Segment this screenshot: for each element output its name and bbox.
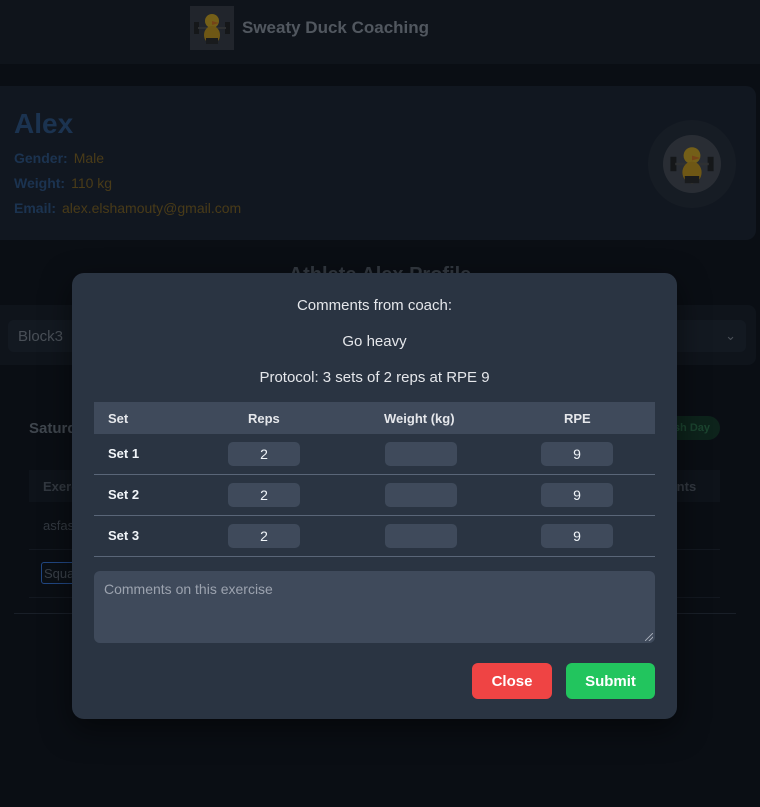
comments-placeholder: Comments on this exercise (104, 581, 273, 597)
rpe-input[interactable]: 9 (541, 524, 613, 548)
sets-table: Set Reps Weight (kg) RPE Set 1 2 9 Set 2… (94, 402, 655, 557)
rpe-column-header: RPE (564, 411, 591, 426)
set-row-1: Set 1 2 9 (94, 434, 655, 475)
set-label: Set 1 (108, 446, 140, 461)
reps-input[interactable]: 2 (228, 483, 300, 507)
sets-table-header: Set Reps Weight (kg) RPE (94, 402, 655, 434)
set-label: Set 3 (108, 528, 140, 543)
rpe-input[interactable]: 9 (541, 442, 613, 466)
exercise-comments-textarea[interactable]: Comments on this exercise (94, 571, 655, 643)
resize-handle-icon[interactable] (645, 633, 653, 641)
coach-comment: Go heavy (342, 333, 407, 350)
weight-input[interactable] (385, 442, 457, 466)
set-row-2: Set 2 2 9 (94, 475, 655, 516)
rpe-input[interactable]: 9 (541, 483, 613, 507)
set-column-header: Set (108, 411, 129, 426)
protocol-text: Protocol: 3 sets of 2 reps at RPE 9 (259, 369, 490, 386)
reps-input[interactable]: 2 (228, 524, 300, 548)
reps-column-header: Reps (248, 411, 280, 426)
set-label: Set 2 (108, 487, 140, 502)
set-row-3: Set 3 2 9 (94, 516, 655, 557)
weight-column-header: Weight (kg) (384, 411, 455, 426)
weight-input[interactable] (385, 483, 457, 507)
submit-button[interactable]: Submit (566, 663, 655, 699)
reps-input[interactable]: 2 (228, 442, 300, 466)
close-button[interactable]: Close (472, 663, 552, 699)
coach-comments-heading: Comments from coach: (296, 297, 453, 314)
exercise-log-modal: Comments from coach: Go heavy Protocol: … (72, 273, 677, 719)
weight-input[interactable] (385, 524, 457, 548)
